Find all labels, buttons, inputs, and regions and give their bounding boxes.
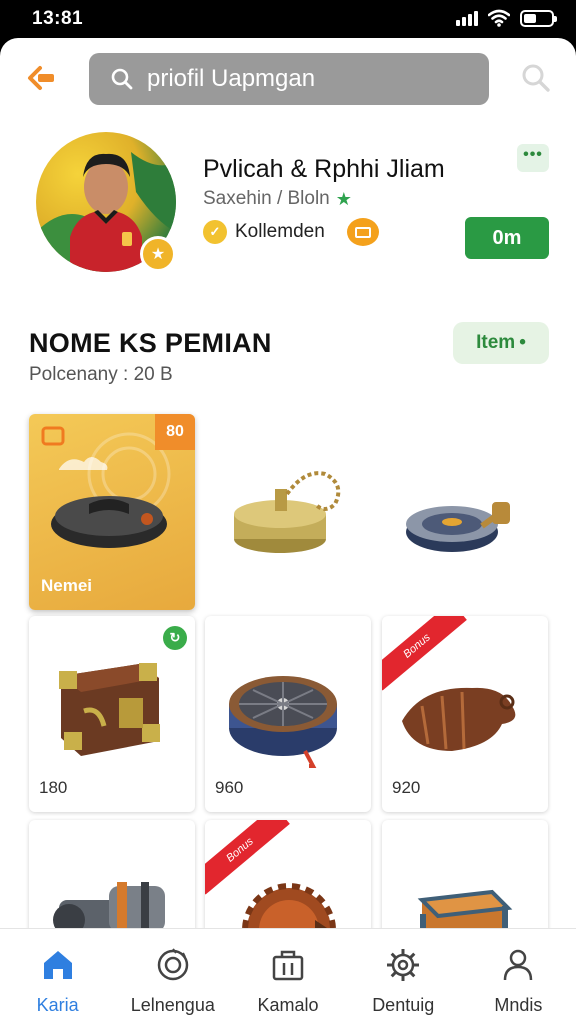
nav-label: Mndis xyxy=(494,995,543,1015)
nav-item-karia[interactable]: Karia xyxy=(0,929,115,1024)
profile-clan: ✓ Kollemden xyxy=(203,218,379,246)
bottom-navigation: Karia Lelnengua Kamalo Dentuig Mndis xyxy=(0,928,576,1024)
shield-icon: ✓ xyxy=(203,220,227,244)
item-card-disc-tool[interactable] xyxy=(382,414,548,610)
status-icons xyxy=(456,9,557,27)
item-card-featured[interactable]: 80 Nemei xyxy=(29,414,195,610)
signal-icon xyxy=(456,10,478,26)
home-icon xyxy=(43,951,72,979)
star-icon: ★ xyxy=(335,188,352,209)
nav-label: Dentuig xyxy=(372,995,435,1015)
nav-item-dentuig[interactable]: Dentuig xyxy=(346,929,461,1024)
section-subtitle: Polcenany : 20 B xyxy=(29,364,173,385)
profile-name: Pvlicah & Rphhi Jliam xyxy=(203,155,445,183)
nav-label: Kamalo xyxy=(257,995,319,1015)
more-options-button[interactable]: ••• xyxy=(517,144,549,172)
item-card-treasure-chest[interactable]: ↻ 180 xyxy=(29,616,195,812)
filter-suffix: • xyxy=(519,332,526,353)
wifi-icon xyxy=(488,9,510,27)
nav-label: Lelnengua xyxy=(130,995,215,1015)
search-button-icon[interactable] xyxy=(520,62,552,94)
profile-subtitle-text: Saxehin / Bloln xyxy=(203,188,330,209)
clan-badge-icon[interactable] xyxy=(346,218,379,246)
status-bar: 13:81 xyxy=(0,0,576,38)
item-card-leather-horn[interactable]: Bonus 920 xyxy=(382,616,548,812)
item-price: 180 xyxy=(39,778,68,797)
disc-tool-icon xyxy=(406,502,510,552)
item-card-brass-compass[interactable] xyxy=(205,414,371,610)
item-filter-button[interactable]: Item • xyxy=(453,322,549,364)
clan-name: Kollemden xyxy=(235,221,325,242)
gear-icon xyxy=(387,949,420,981)
back-arrow-icon[interactable] xyxy=(26,62,58,94)
item-price: 920 xyxy=(392,778,421,797)
status-time: 13:81 xyxy=(32,8,84,29)
nav-item-mndis[interactable]: Mndis xyxy=(461,929,576,1024)
item-card-shield-drum[interactable]: 960 xyxy=(205,616,371,812)
featured-tag: 80 xyxy=(155,414,195,450)
ring-icon xyxy=(157,948,189,981)
search-input[interactable] xyxy=(147,65,467,93)
bag-icon xyxy=(272,950,304,981)
item-price: Nemei xyxy=(41,576,93,595)
app-screen: ★ Pvlicah & Rphhi Jliam Saxehin / Bloln … xyxy=(0,38,576,1024)
item-price: 960 xyxy=(215,778,244,797)
profile-subtitle: Saxehin / Bloln ★ xyxy=(203,188,352,210)
profile-action-button[interactable]: 0m xyxy=(465,217,549,259)
top-bar xyxy=(0,38,576,118)
profile-header: ★ Pvlicah & Rphhi Jliam Saxehin / Bloln … xyxy=(0,128,576,288)
nav-label: Karia xyxy=(36,995,79,1015)
refresh-icon: ↻ xyxy=(163,626,187,650)
person-icon xyxy=(504,949,533,981)
brass-compass-icon xyxy=(234,471,341,553)
nav-item-kamalo[interactable]: Kamalo xyxy=(230,929,345,1024)
section-title: NOME KS PEMIAN xyxy=(29,328,272,358)
search-bar[interactable] xyxy=(89,53,489,105)
nav-item-lelnengua[interactable]: Lelnengua xyxy=(115,929,230,1024)
battery-icon xyxy=(520,9,557,27)
filter-label: Item xyxy=(476,332,516,353)
search-icon xyxy=(111,68,133,90)
level-badge-icon: ★ xyxy=(140,236,176,272)
